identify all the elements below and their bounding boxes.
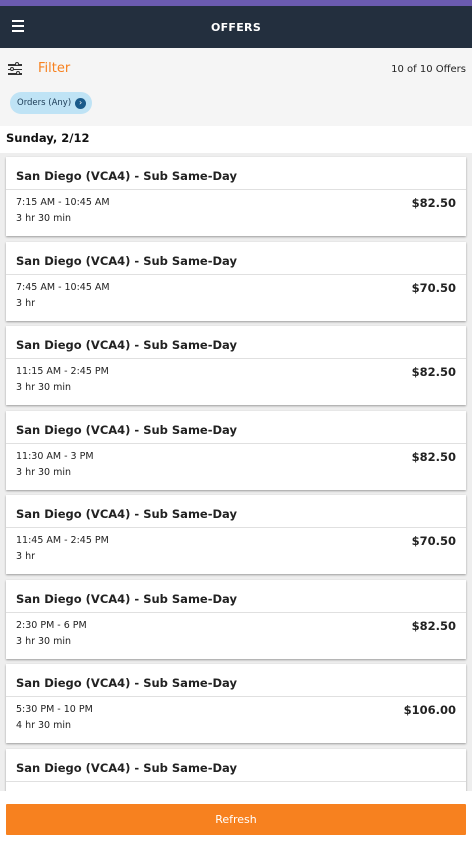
card-divider xyxy=(6,443,466,444)
offer-time: 11:45 AM - 2:45 PM xyxy=(16,535,109,546)
offer-time: 2:30 PM - 6 PM xyxy=(16,620,87,631)
card-divider xyxy=(6,696,466,697)
offer-duration: 3 hr xyxy=(16,551,35,562)
offer-price: $106.00 xyxy=(403,703,456,717)
offer-price: $82.50 xyxy=(411,619,456,633)
offer-time: 11:15 AM - 2:45 PM xyxy=(16,366,109,377)
offer-title: San Diego (VCA4) - Sub Same-Day xyxy=(16,423,237,437)
date-heading: Sunday, 2/12 xyxy=(6,131,90,145)
card-divider xyxy=(6,781,466,782)
offers-list[interactable]: San Diego (VCA4) - Sub Same-Day 7:15 AM … xyxy=(0,153,472,791)
app-header: OFFERS xyxy=(0,6,472,48)
offer-card[interactable]: San Diego (VCA4) - Sub Same-Day 7:15 AM … xyxy=(6,157,466,236)
offer-time: 11:30 AM - 3 PM xyxy=(16,451,94,462)
refresh-button[interactable]: Refresh xyxy=(6,804,466,835)
filter-sliders-icon[interactable] xyxy=(8,62,22,75)
offer-title: San Diego (VCA4) - Sub Same-Day xyxy=(16,507,237,521)
offer-price: $82.50 xyxy=(411,196,456,210)
offer-duration: 3 hr 30 min xyxy=(16,213,72,224)
offer-duration: 3 hr xyxy=(16,298,35,309)
offer-time: 5:30 PM - 10 PM xyxy=(16,704,93,715)
offer-title: San Diego (VCA4) - Sub Same-Day xyxy=(16,338,237,352)
chevron-right-icon: › xyxy=(75,97,87,109)
offer-card[interactable]: San Diego (VCA4) - Sub Same-Day 5:30 PM … xyxy=(6,664,466,743)
offer-card[interactable]: San Diego (VCA4) - Sub Same-Day 11:45 AM… xyxy=(6,495,466,574)
offer-price: $82.50 xyxy=(411,365,456,379)
offer-card[interactable]: San Diego (VCA4) - Sub Same-Day 11:15 AM… xyxy=(6,326,466,405)
filter-toolbar: Filter 10 of 10 Offers Orders (Any) › xyxy=(0,48,472,126)
offer-title: San Diego (VCA4) - Sub Same-Day xyxy=(16,169,237,183)
card-divider xyxy=(6,274,466,275)
page-title: OFFERS xyxy=(210,20,262,34)
offer-title: San Diego (VCA4) - Sub Same-Day xyxy=(16,254,237,268)
offer-price: $70.50 xyxy=(411,534,456,548)
card-divider xyxy=(6,612,466,613)
offer-time: 7:45 AM - 10:45 AM xyxy=(16,282,110,293)
filter-button[interactable]: Filter xyxy=(38,61,70,76)
offer-card[interactable]: San Diego (VCA4) - Sub Same-Day 11:30 AM… xyxy=(6,411,466,490)
offer-time: 7:15 AM - 10:45 AM xyxy=(16,197,110,208)
offer-duration: 3 hr 30 min xyxy=(16,636,72,647)
offer-price: $82.50 xyxy=(411,450,456,464)
filter-row: Filter 10 of 10 Offers xyxy=(0,48,472,90)
offer-card[interactable]: San Diego (VCA4) - Sub Same-Day 2:30 PM … xyxy=(6,580,466,659)
offer-duration: 4 hr 30 min xyxy=(16,720,72,731)
offer-title: San Diego (VCA4) - Sub Same-Day xyxy=(16,592,237,606)
footer-bar: Refresh xyxy=(0,791,472,842)
offer-title: San Diego (VCA4) - Sub Same-Day xyxy=(16,761,237,775)
offer-title: San Diego (VCA4) - Sub Same-Day xyxy=(16,676,237,690)
offer-card[interactable]: San Diego (VCA4) - Sub Same-Day xyxy=(6,749,466,791)
orders-filter-chip[interactable]: Orders (Any) › xyxy=(10,92,93,114)
offer-duration: 3 hr 30 min xyxy=(16,382,72,393)
offer-count: 10 of 10 Offers xyxy=(391,64,466,75)
menu-icon[interactable] xyxy=(12,20,24,32)
card-divider xyxy=(6,527,466,528)
offer-price: $70.50 xyxy=(411,281,456,295)
card-divider xyxy=(6,358,466,359)
chip-label: Orders (Any) xyxy=(17,98,72,108)
offer-card[interactable]: San Diego (VCA4) - Sub Same-Day 7:45 AM … xyxy=(6,242,466,321)
card-divider xyxy=(6,189,466,190)
offer-duration: 3 hr 30 min xyxy=(16,467,72,478)
